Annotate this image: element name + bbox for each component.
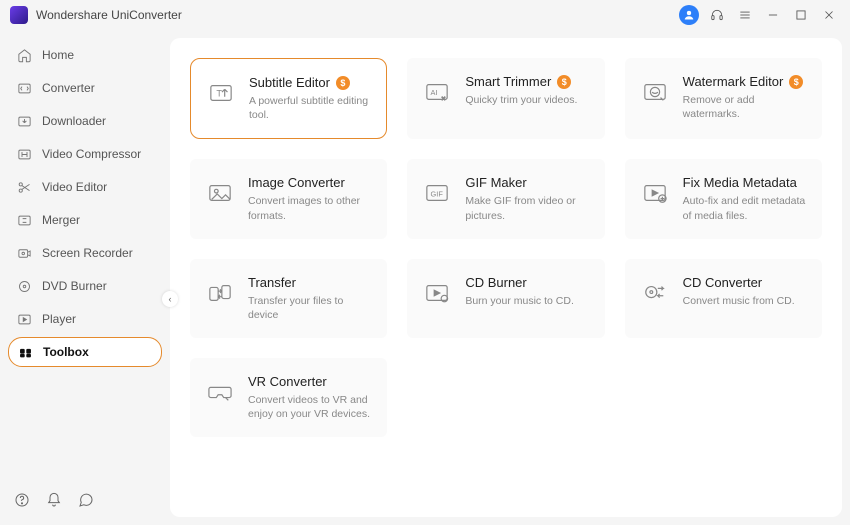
titlebar: Wondershare UniConverter <box>0 0 850 30</box>
tool-card-smart-trimmer[interactable]: AI Smart Trimmer $ Quicky trim your videos. <box>407 58 604 139</box>
tool-card-gif-maker[interactable]: GIF GIF Maker Make GIF from video or pictu… <box>407 159 604 238</box>
card-title: CD Burner <box>465 275 526 290</box>
sidebar-item-label: Player <box>42 312 76 326</box>
feedback-icon[interactable] <box>78 492 94 513</box>
record-icon <box>16 245 32 261</box>
close-button[interactable] <box>818 4 840 26</box>
download-icon <box>16 113 32 129</box>
card-title: Fix Media Metadata <box>683 175 797 190</box>
tool-card-vr-converter[interactable]: VR Converter Convert videos to VR and enj… <box>190 358 387 437</box>
sidebar-item-player[interactable]: Player <box>8 304 162 334</box>
sidebar-item-downloader[interactable]: Downloader <box>8 106 162 136</box>
minimize-button[interactable] <box>762 4 784 26</box>
card-title: Watermark Editor <box>683 74 784 89</box>
help-icon[interactable] <box>14 492 30 513</box>
sidebar-item-home[interactable]: Home <box>8 40 162 70</box>
gif-icon: GIF <box>421 177 453 209</box>
card-desc: Burn your music to CD. <box>465 294 590 308</box>
collapse-sidebar-button[interactable]: ‹ <box>162 291 178 307</box>
sidebar-item-dvd-burner[interactable]: DVD Burner <box>8 271 162 301</box>
compress-icon <box>16 146 32 162</box>
tool-card-cd-burner[interactable]: CD Burner Burn your music to CD. <box>407 259 604 338</box>
ai-trim-icon: AI <box>421 76 453 108</box>
card-desc: Quicky trim your videos. <box>465 93 590 107</box>
tool-card-fix-media-metadata[interactable]: Fix Media Metadata Auto-fix and edit meta… <box>625 159 822 238</box>
notification-icon[interactable] <box>46 492 62 513</box>
menu-icon[interactable] <box>734 4 756 26</box>
scissors-icon <box>16 179 32 195</box>
sidebar-item-toolbox[interactable]: Toolbox <box>8 337 162 367</box>
maximize-button[interactable] <box>790 4 812 26</box>
card-desc: Convert music from CD. <box>683 294 808 308</box>
card-title: CD Converter <box>683 275 762 290</box>
card-desc: Auto-fix and edit metadata of media file… <box>683 194 808 222</box>
sidebar-item-video-editor[interactable]: Video Editor <box>8 172 162 202</box>
premium-badge: $ <box>557 75 571 89</box>
card-desc: A powerful subtitle editing tool. <box>249 94 372 122</box>
sidebar-item-label: Toolbox <box>43 345 89 359</box>
tool-card-subtitle-editor[interactable]: T Subtitle Editor $ A powerful subtitle edi… <box>190 58 387 139</box>
play-icon <box>16 311 32 327</box>
sidebar-item-screen-recorder[interactable]: Screen Recorder <box>8 238 162 268</box>
card-title: VR Converter <box>248 374 327 389</box>
premium-badge: $ <box>336 76 350 90</box>
sidebar-item-label: Merger <box>42 213 80 227</box>
svg-text:GIF: GIF <box>431 190 444 199</box>
metadata-icon <box>639 177 671 209</box>
card-title: Smart Trimmer <box>465 74 551 89</box>
vr-icon <box>204 376 236 408</box>
sidebar-item-label: Downloader <box>42 114 106 128</box>
watermark-icon <box>639 76 671 108</box>
sidebar-item-label: Video Editor <box>42 180 107 194</box>
sidebar-item-converter[interactable]: Converter <box>8 73 162 103</box>
cd-burn-icon <box>421 277 453 309</box>
home-icon <box>16 47 32 63</box>
card-title: Transfer <box>248 275 296 290</box>
account-avatar[interactable] <box>678 4 700 26</box>
card-title: GIF Maker <box>465 175 526 190</box>
toolbox-icon <box>17 344 33 360</box>
transfer-icon <box>204 277 236 309</box>
cd-convert-icon <box>639 277 671 309</box>
sidebar: Home Converter Downloader Video Compressor V… <box>0 30 170 525</box>
merge-icon <box>16 212 32 228</box>
tool-card-image-converter[interactable]: Image Converter Convert images to other f… <box>190 159 387 238</box>
svg-text:AI: AI <box>431 88 438 97</box>
image-icon <box>204 177 236 209</box>
tool-card-cd-converter[interactable]: CD Converter Convert music from CD. <box>625 259 822 338</box>
card-desc: Make GIF from video or pictures. <box>465 194 590 222</box>
sidebar-item-label: DVD Burner <box>42 279 107 293</box>
card-title: Subtitle Editor <box>249 75 330 90</box>
sidebar-item-label: Home <box>42 48 74 62</box>
sidebar-item-merger[interactable]: Merger <box>8 205 162 235</box>
app-title: Wondershare UniConverter <box>36 8 182 22</box>
content-area: T Subtitle Editor $ A powerful subtitle edi… <box>170 38 842 517</box>
disc-icon <box>16 278 32 294</box>
premium-badge: $ <box>789 75 803 89</box>
card-desc: Convert images to other formats. <box>248 194 373 222</box>
svg-text:T: T <box>216 89 222 99</box>
card-desc: Transfer your files to device <box>248 294 373 322</box>
card-desc: Remove or add watermarks. <box>683 93 808 121</box>
tool-card-watermark-editor[interactable]: Watermark Editor $ Remove or add watermark… <box>625 58 822 139</box>
subtitle-icon: T <box>205 77 237 109</box>
card-desc: Convert videos to VR and enjoy on your V… <box>248 393 373 421</box>
app-logo <box>10 6 28 24</box>
sidebar-item-label: Screen Recorder <box>42 246 133 260</box>
card-title: Image Converter <box>248 175 345 190</box>
sidebar-item-label: Video Compressor <box>42 147 141 161</box>
sidebar-item-label: Converter <box>42 81 95 95</box>
sidebar-item-video-compressor[interactable]: Video Compressor <box>8 139 162 169</box>
headset-icon[interactable] <box>706 4 728 26</box>
converter-icon <box>16 80 32 96</box>
tool-card-transfer[interactable]: Transfer Transfer your files to device <box>190 259 387 338</box>
